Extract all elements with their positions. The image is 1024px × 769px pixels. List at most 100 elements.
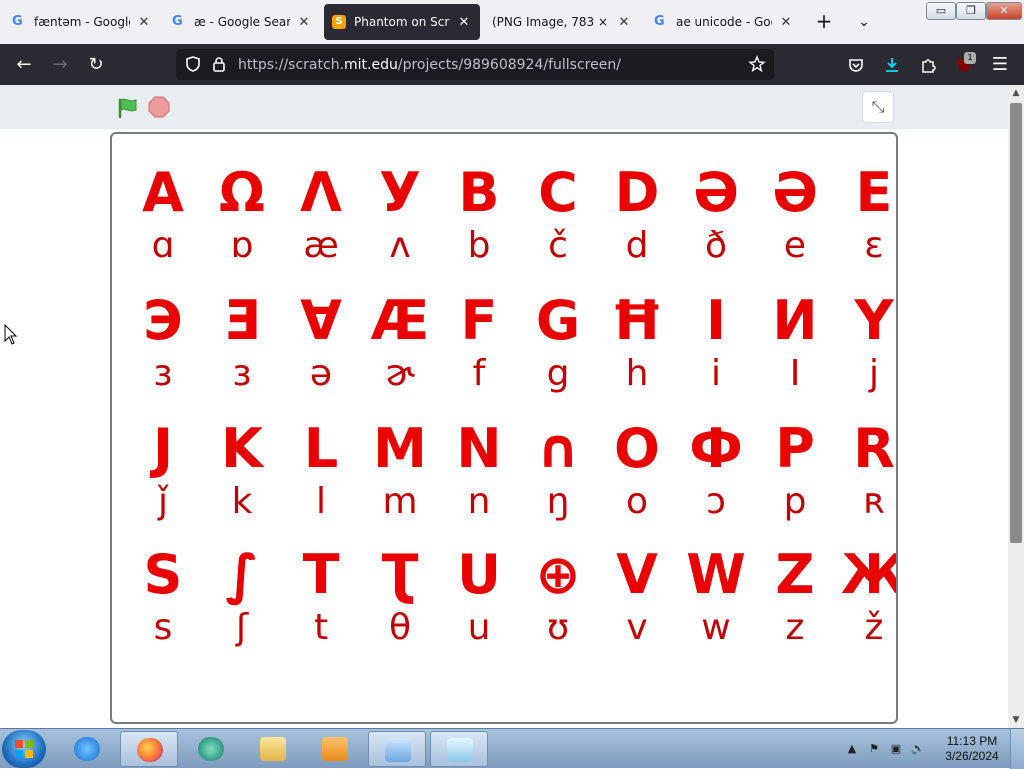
tab-faentam-search[interactable]: G fæntəm - Google Search ✕ <box>4 4 160 40</box>
uppercase-letter: Y <box>854 289 894 352</box>
show-hidden-icons-icon[interactable]: ▲ <box>844 741 860 757</box>
uppercase-letter: Ф <box>689 417 743 480</box>
back-button[interactable]: ← <box>10 52 38 78</box>
tab-strip: G fæntəm - Google Search ✕ G æ - Google … <box>0 0 1024 44</box>
forward-button[interactable]: → <box>46 52 74 78</box>
close-window-button[interactable]: ✕ <box>986 2 1022 20</box>
explorer-icon <box>260 737 286 761</box>
letter-pair: Gg <box>521 290 595 396</box>
close-tab-icon[interactable]: ✕ <box>136 15 152 30</box>
scroll-up-arrow-icon[interactable]: ▲ <box>1008 85 1024 101</box>
uppercase-letter: K <box>221 417 263 480</box>
stage-header: ⤡ <box>0 85 1008 129</box>
tab-png-image[interactable]: (PNG Image, 783 × 587 pixels) ✕ <box>484 4 640 40</box>
tracking-protection-icon[interactable] <box>184 55 202 73</box>
uppercase-letter: T <box>302 543 340 606</box>
tab-phantom-scratch[interactable]: S Phantom on Scratch ✕ <box>324 4 480 40</box>
lowercase-letter: v <box>626 607 648 648</box>
downloads-icon[interactable] <box>878 52 906 78</box>
lowercase-letter: g <box>546 353 570 394</box>
action-center-flag-icon[interactable]: ⚑ <box>866 741 882 757</box>
lowercase-letter: æ <box>303 225 339 266</box>
start-button[interactable] <box>2 730 46 768</box>
stop-sign-icon[interactable] <box>148 96 170 118</box>
uppercase-letter: M <box>373 417 427 480</box>
lowercase-letter: d <box>625 225 649 266</box>
reload-button[interactable]: ↻ <box>82 52 110 78</box>
uppercase-letter: U <box>457 543 501 606</box>
lowercase-letter: l <box>315 481 326 522</box>
lowercase-letter: ɑ <box>151 225 175 266</box>
lowercase-letter: f <box>472 353 486 394</box>
letter-pair: Jǰ <box>126 418 200 524</box>
lowercase-letter: s <box>153 607 173 648</box>
lowercase-letter: u <box>467 607 491 648</box>
address-bar[interactable]: https://scratch.mit.edu/projects/9896089… <box>176 49 774 80</box>
letter-pair: Aɑ <box>126 162 200 268</box>
uppercase-letter: ⊕ <box>535 543 581 606</box>
volume-muted-icon[interactable]: 🔈 <box>910 741 926 757</box>
lowercase-letter: ɔ <box>706 481 726 522</box>
project-stage[interactable]: Aɑ Ωɒ Λæ Уʌ Bb Cč Dd Әð Әe Eɛ Эɜ Ǝɜ ∀ ə Æɚ Ff Gg Ħh Ii И I Yj… <box>110 132 898 724</box>
bookmark-star-icon[interactable] <box>748 55 766 73</box>
taskbar-control-panel[interactable] <box>368 731 426 767</box>
url-host: mit.edu <box>344 57 398 73</box>
tab-ae-search[interactable]: G æ - Google Search ✕ <box>164 4 320 40</box>
scrollbar-thumb[interactable] <box>1010 103 1022 543</box>
network-icon[interactable]: ▣ <box>888 741 904 757</box>
uppercase-letter: Z <box>775 543 815 606</box>
lowercase-letter: ɚ <box>385 353 415 394</box>
lowercase-letter: t <box>313 607 329 648</box>
taskbar-media-player[interactable] <box>306 731 364 767</box>
uppercase-letter: У <box>379 161 421 224</box>
exit-fullscreen-button[interactable]: ⤡ <box>862 91 894 123</box>
new-tab-button[interactable]: + <box>812 10 836 34</box>
lowercase-letter: p <box>783 481 807 522</box>
close-tab-icon[interactable]: ✕ <box>616 15 632 30</box>
minimize-button[interactable]: ▭ <box>926 2 956 20</box>
letter-pair: Λæ <box>284 162 358 268</box>
letter-pair: ИI <box>758 290 832 396</box>
hamburger-menu-icon[interactable]: ☰ <box>986 52 1014 78</box>
uppercase-letter: B <box>458 161 500 224</box>
letter-pair: Dd <box>600 162 674 268</box>
taskbar-notepad[interactable] <box>430 731 488 767</box>
lowercase-letter: ǰ <box>157 481 168 522</box>
uppercase-letter: A <box>142 161 184 224</box>
tab-ae-unicode-search[interactable]: G ae unicode - Google Search ✕ <box>646 4 802 40</box>
lock-icon[interactable] <box>210 55 228 73</box>
system-clock[interactable]: 11:13 PM 3/26/2024 <box>940 734 1004 764</box>
letter-pair: Ww <box>679 544 753 650</box>
letter-pair: Жž <box>837 544 896 650</box>
green-flag-icon[interactable] <box>116 96 140 120</box>
taskbar-internet-explorer[interactable] <box>58 731 116 767</box>
letter-pair: Әe <box>758 162 832 268</box>
lowercase-letter: ə <box>309 353 333 394</box>
letter-pair: Фɔ <box>679 418 753 524</box>
lowercase-letter: m <box>382 481 418 522</box>
taskbar-app[interactable] <box>182 731 240 767</box>
scratch-icon: S <box>332 15 346 29</box>
lowercase-letter: j <box>868 353 879 394</box>
list-all-tabs-button[interactable]: ⌄ <box>852 10 876 34</box>
uppercase-letter: V <box>616 543 658 606</box>
show-desktop-button[interactable] <box>1010 729 1024 769</box>
extensions-icon[interactable] <box>914 52 942 78</box>
uppercase-letter: L <box>303 417 339 480</box>
taskbar-explorer[interactable] <box>244 731 302 767</box>
restore-button[interactable]: ❐ <box>956 2 986 20</box>
url-path: /projects/989608924/fullscreen/ <box>397 57 621 73</box>
scroll-down-arrow-icon[interactable]: ▼ <box>1008 712 1024 728</box>
uppercase-letter: Ә <box>693 161 739 224</box>
close-tab-icon[interactable]: ✕ <box>296 15 312 30</box>
close-tab-icon[interactable]: ✕ <box>456 15 472 30</box>
page-scrollbar[interactable]: ▲ ▼ <box>1008 85 1024 728</box>
uppercase-letter: Ǝ <box>223 289 261 352</box>
close-tab-icon[interactable]: ✕ <box>778 15 794 30</box>
uppercase-letter: N <box>456 417 502 480</box>
pocket-icon[interactable] <box>842 52 870 78</box>
taskbar-firefox[interactable] <box>120 731 178 767</box>
uppercase-letter: G <box>535 289 581 352</box>
lowercase-letter: b <box>467 225 491 266</box>
lowercase-letter: ɜ <box>153 353 173 394</box>
